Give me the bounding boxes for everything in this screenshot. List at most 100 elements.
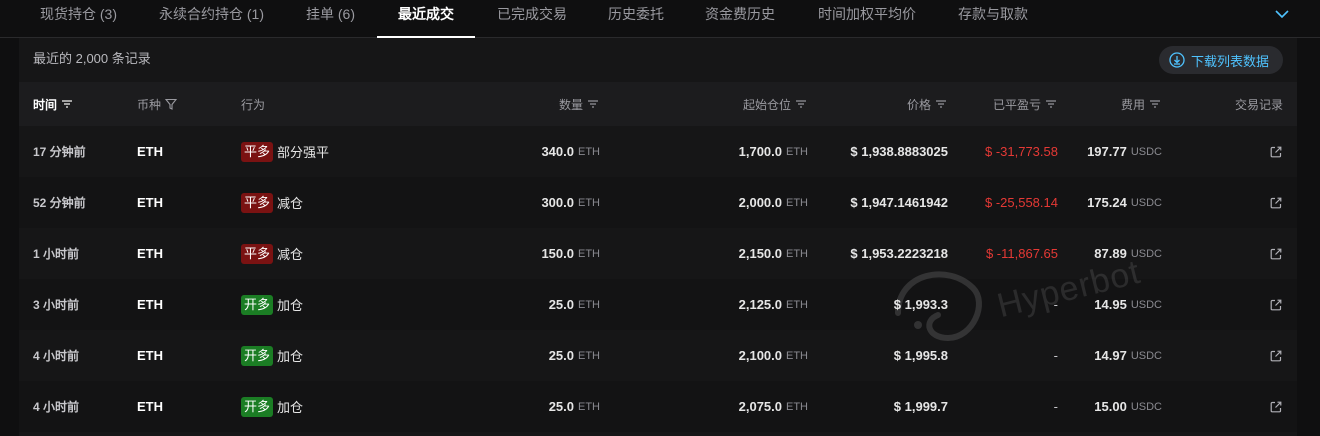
- trade-log-cell: [1199, 177, 1283, 228]
- table-row[interactable]: 3 小时前 ETH 开多 加仓 25.0 ETH 2,125.0 ETH $ 1…: [19, 279, 1297, 330]
- external-link-icon[interactable]: [1269, 247, 1283, 261]
- trade-action: 平多 减仓: [241, 228, 303, 279]
- fee-unit: USDC: [1130, 196, 1162, 209]
- tab-completed-trades[interactable]: 已完成交易: [497, 0, 567, 38]
- table-header: 时间 币种 行为 数量 起始仓位 价格 已平盈亏 费用 交易记录: [19, 82, 1297, 126]
- column-coin[interactable]: 币种: [137, 82, 178, 126]
- trade-log-cell: [1199, 126, 1283, 177]
- column-time[interactable]: 时间: [33, 82, 73, 126]
- fee-unit: USDC: [1130, 298, 1162, 311]
- trade-log-cell: [1199, 330, 1283, 381]
- start-position-value: 2,100.0: [738, 348, 782, 363]
- action-label: 加仓: [277, 349, 304, 364]
- tab-recent-trades[interactable]: 最近成交: [398, 0, 454, 38]
- quantity-value: 25.0: [548, 348, 574, 363]
- column-quantity-label: 数量: [558, 97, 583, 112]
- trade-time: 3 小时前: [33, 298, 80, 312]
- external-link-icon[interactable]: [1269, 349, 1283, 363]
- trade-log-cell: [1199, 381, 1283, 432]
- download-icon: [1169, 52, 1185, 68]
- column-fee[interactable]: 费用: [1075, 82, 1161, 126]
- tab-order-history[interactable]: 历史委托: [608, 0, 664, 38]
- column-start-position[interactable]: 起始仓位: [687, 82, 807, 126]
- table-row[interactable]: 17 分钟前 ETH 平多 部分强平 340.0 ETH 1,700.0 ETH…: [19, 126, 1297, 177]
- tab-open-orders[interactable]: 挂单 (6): [306, 0, 355, 38]
- quantity-unit: ETH: [578, 247, 600, 260]
- side-badge: 开多: [241, 345, 274, 366]
- start-position-unit: ETH: [786, 400, 808, 413]
- fee-value: 175.24: [1087, 195, 1127, 210]
- column-trade-log-label: 交易记录: [1234, 97, 1283, 112]
- trade-action: 开多 加仓: [241, 330, 303, 381]
- quantity-unit: ETH: [578, 298, 600, 311]
- trade-quantity: 150.0 ETH: [499, 228, 600, 279]
- sort-icon[interactable]: [1149, 98, 1161, 110]
- chevron-down-icon[interactable]: [1272, 6, 1292, 22]
- start-position-value: 2,150.0: [738, 246, 782, 261]
- external-link-icon[interactable]: [1269, 145, 1283, 159]
- trade-action: 开多 加仓: [241, 279, 303, 330]
- external-link-icon[interactable]: [1269, 196, 1283, 210]
- table-row[interactable]: 4 小时前 ETH 开多 加仓 25.0 ETH 2,075.0 ETH $ 1…: [19, 381, 1297, 432]
- quantity-value: 300.0: [541, 195, 574, 210]
- action-label: 加仓: [277, 298, 304, 313]
- trade-start-position: 1,700.0 ETH: [687, 126, 808, 177]
- trade-coin[interactable]: ETH: [137, 279, 163, 330]
- fee-unit: USDC: [1130, 400, 1162, 413]
- action-label: 减仓: [277, 247, 304, 262]
- sort-icon[interactable]: [935, 98, 947, 110]
- trade-action: 开多 加仓: [241, 381, 303, 432]
- sort-icon[interactable]: [587, 98, 599, 110]
- table-row[interactable]: 52 分钟前 ETH 平多 减仓 300.0 ETH 2,000.0 ETH $…: [19, 177, 1297, 228]
- table-row[interactable]: 1 小时前 ETH 平多 减仓 150.0 ETH 2,150.0 ETH $ …: [19, 228, 1297, 279]
- tab-perp-positions[interactable]: 永续合约持仓 (1): [159, 0, 264, 38]
- trade-price: $ 1,995.8: [893, 348, 948, 363]
- trade-action: 平多 部分强平: [241, 126, 329, 177]
- tab-deposits-withdrawals[interactable]: 存款与取款: [958, 0, 1028, 38]
- trade-fee: 175.24 USDC: [1059, 177, 1162, 228]
- column-start-position-label: 起始仓位: [742, 97, 791, 112]
- action-label: 减仓: [277, 196, 304, 211]
- sort-icon[interactable]: [1045, 98, 1057, 110]
- quantity-value: 150.0: [541, 246, 574, 261]
- filter-icon[interactable]: [165, 98, 178, 110]
- column-price-label: 价格: [906, 97, 931, 112]
- external-link-icon[interactable]: [1269, 400, 1283, 414]
- start-position-unit: ETH: [786, 247, 808, 260]
- fee-unit: USDC: [1130, 145, 1162, 158]
- download-list-button[interactable]: 下载列表数据: [1158, 46, 1283, 74]
- action-label: 部分强平: [277, 145, 330, 160]
- fee-unit: USDC: [1130, 349, 1162, 362]
- tab-funding-history[interactable]: 资金费历史: [705, 0, 775, 38]
- trade-quantity: 340.0 ETH: [499, 126, 600, 177]
- trade-coin[interactable]: ETH: [137, 177, 163, 228]
- sort-icon[interactable]: [61, 98, 73, 110]
- column-closed-pnl[interactable]: 已平盈亏: [959, 82, 1057, 126]
- trade-coin[interactable]: ETH: [137, 126, 163, 177]
- side-badge: 平多: [241, 243, 274, 264]
- external-link-icon[interactable]: [1269, 298, 1283, 312]
- quantity-unit: ETH: [578, 349, 600, 362]
- start-position-unit: ETH: [786, 145, 808, 158]
- column-action: 行为: [241, 82, 265, 126]
- trades-panel: 最近的 2,000 条记录 下载列表数据 时间 币种 行为 数量 起始仓位 价格…: [19, 38, 1297, 436]
- tab-twap[interactable]: 时间加权平均价: [818, 0, 916, 38]
- tab-spot-positions[interactable]: 现货持仓 (3): [40, 0, 117, 38]
- table-row[interactable]: 4 小时前 ETH 开多 加仓 25.0 ETH 2,100.0 ETH $ 1…: [19, 330, 1297, 381]
- table-body: 17 分钟前 ETH 平多 部分强平 340.0 ETH 1,700.0 ETH…: [19, 126, 1297, 432]
- fee-value: 15.00: [1094, 399, 1127, 414]
- side-badge: 平多: [241, 141, 274, 162]
- trade-start-position: 2,150.0 ETH: [687, 228, 808, 279]
- trade-price: $ 1,993.3: [893, 297, 948, 312]
- trade-coin[interactable]: ETH: [137, 228, 163, 279]
- trade-coin[interactable]: ETH: [137, 330, 163, 381]
- start-position-unit: ETH: [786, 196, 808, 209]
- column-quantity[interactable]: 数量: [499, 82, 599, 126]
- records-bar: 最近的 2,000 条记录 下载列表数据: [19, 38, 1297, 78]
- trade-start-position: 2,075.0 ETH: [687, 381, 808, 432]
- fee-value: 14.97: [1094, 348, 1127, 363]
- column-price[interactable]: 价格: [849, 82, 947, 126]
- sort-icon[interactable]: [795, 98, 807, 110]
- trade-coin[interactable]: ETH: [137, 381, 163, 432]
- quantity-unit: ETH: [578, 400, 600, 413]
